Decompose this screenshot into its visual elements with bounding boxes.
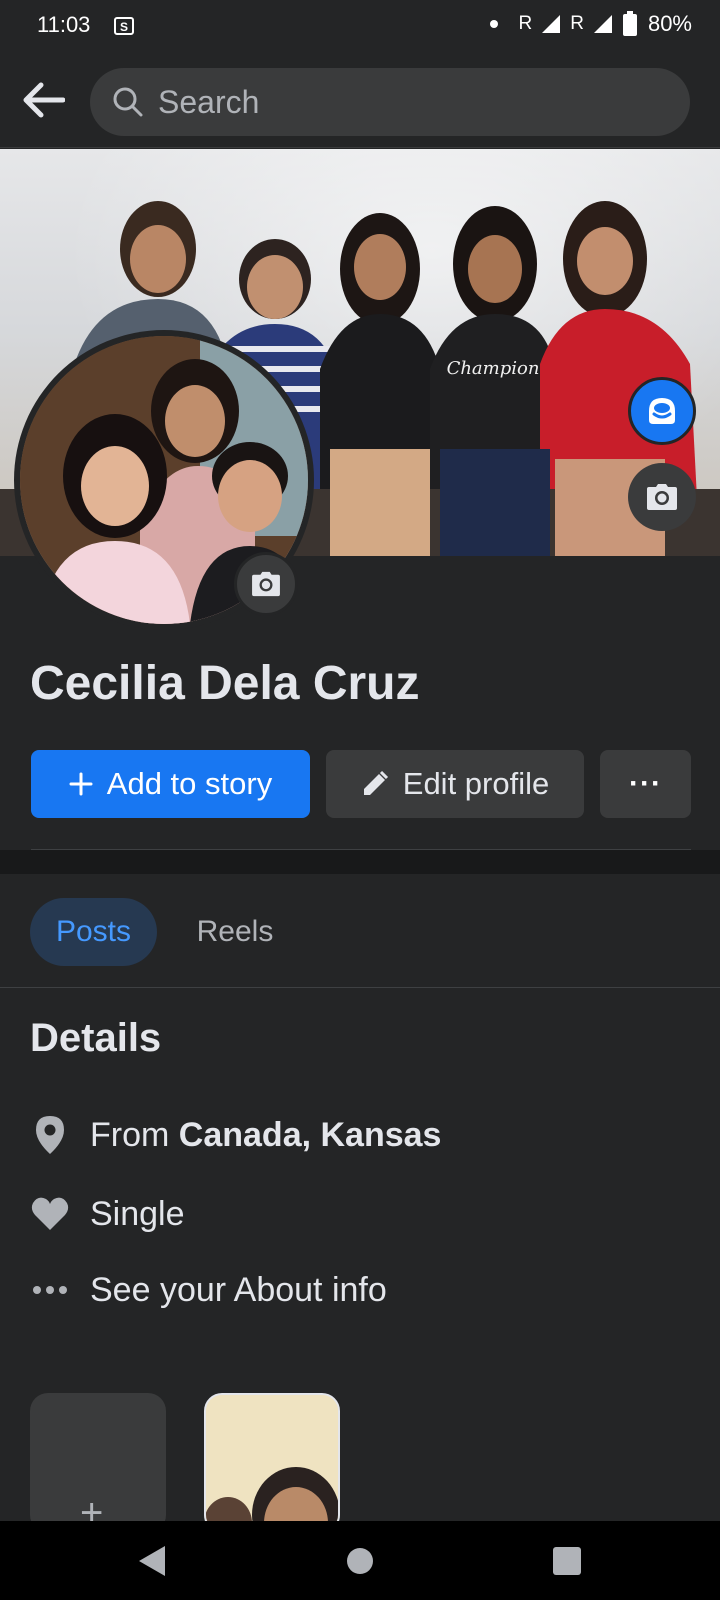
status-bar: 11:03 S R R 80%: [0, 0, 720, 52]
avatar-button[interactable]: [628, 377, 696, 445]
edit-profile-button[interactable]: Edit profile: [326, 750, 584, 818]
notification-dot-icon: [490, 20, 499, 28]
profile-tabs: Posts Reels: [0, 874, 720, 988]
svg-text:S: S: [120, 20, 128, 34]
nav-home-button[interactable]: [338, 1539, 382, 1583]
camera-icon: [647, 484, 677, 510]
more-options-button[interactable]: ···: [600, 750, 691, 818]
signal-icon: [542, 15, 561, 33]
search-input[interactable]: [158, 68, 658, 136]
avatar-icon: [649, 398, 675, 424]
featured-photo-image: [206, 1395, 338, 1531]
cover-camera-button[interactable]: [628, 463, 696, 531]
nav-recents-button[interactable]: [545, 1539, 589, 1583]
profile-name: Cecilia Dela Cruz: [30, 657, 420, 710]
back-button[interactable]: [18, 74, 70, 126]
detail-from-place[interactable]: Canada, Kansas: [179, 1116, 442, 1154]
plus-icon: [69, 772, 93, 796]
signal-label-2: R: [570, 13, 584, 34]
add-to-story-button[interactable]: Add to story: [31, 750, 310, 818]
heart-icon: [30, 1194, 70, 1234]
top-bar: [0, 52, 720, 148]
edit-profile-label: Edit profile: [402, 766, 550, 801]
search-bar[interactable]: [90, 68, 690, 136]
back-triangle-icon: [139, 1546, 165, 1576]
battery-percent: 80%: [647, 11, 692, 36]
detail-from-prefix: From: [90, 1115, 179, 1154]
profile-camera-button[interactable]: [234, 552, 298, 616]
ellipsis-icon: [30, 1270, 70, 1310]
about-info-link[interactable]: See your About info: [90, 1271, 387, 1310]
battery-icon: [622, 11, 637, 36]
status-indicators: R R 80%: [490, 11, 692, 37]
details-heading: Details: [30, 1016, 162, 1060]
pencil-icon: [363, 770, 388, 795]
recents-square-icon: [553, 1547, 581, 1575]
detail-relationship-text: Single: [90, 1194, 185, 1233]
navigation-bar: [0, 1521, 720, 1600]
tab-reels[interactable]: Reels: [175, 898, 295, 966]
profile-actions: Add to story Edit profile ···: [31, 750, 691, 818]
profile-screen: 11:03 S R R 80% Search Champion Cecilia …: [0, 0, 720, 1600]
add-featured-button[interactable]: +: [30, 1393, 166, 1533]
section-separator: [0, 850, 720, 874]
detail-relationship: Single: [30, 1190, 690, 1238]
detail-from: From Canada, Kansas: [30, 1111, 690, 1159]
add-to-story-label: Add to story: [106, 766, 273, 801]
search-icon: [113, 87, 143, 117]
camera-icon: [252, 571, 280, 597]
signal-icon-2: [593, 15, 612, 33]
home-circle-icon: [347, 1548, 373, 1574]
more-options-icon: ···: [629, 767, 662, 800]
nav-back-button[interactable]: [130, 1539, 174, 1583]
location-pin-icon: [30, 1115, 70, 1155]
detail-about[interactable]: See your About info: [30, 1266, 690, 1314]
signal-label-1: R: [518, 13, 533, 34]
status-time: 11:03: [37, 12, 91, 37]
screenshot-notification-icon: S: [112, 14, 136, 38]
tab-posts[interactable]: Posts: [30, 898, 157, 966]
svg-text:Champion: Champion: [447, 358, 540, 379]
arrow-left-icon: [23, 82, 65, 118]
featured-photo[interactable]: [204, 1393, 340, 1533]
